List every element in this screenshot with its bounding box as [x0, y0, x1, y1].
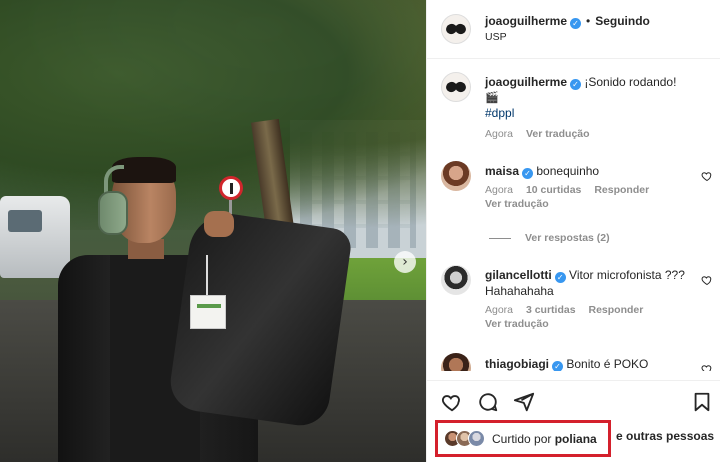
comment-time: Agora — [485, 184, 514, 196]
liked-by-text: Curtido por poliana — [492, 432, 597, 446]
chevron-right-icon: › — [402, 254, 408, 270]
comment-reply-button[interactable]: Responder — [588, 304, 643, 316]
post-header: joaoguilherme ✓ • Seguindo USP — [427, 0, 720, 59]
post-side-panel: joaoguilherme ✓ • Seguindo USP joaoguilherm… — [426, 0, 720, 462]
verified-icon: ✓ — [570, 18, 582, 29]
comment-translate-link[interactable]: Ver tradução — [485, 318, 549, 330]
liked-by-others[interactable]: e outras pessoas — [616, 429, 714, 443]
comment-username[interactable]: maisa — [485, 164, 519, 178]
share-icon[interactable] — [513, 391, 535, 413]
follow-status-button[interactable]: Seguindo — [595, 14, 650, 28]
carousel-next-button[interactable]: › — [394, 251, 416, 273]
verified-icon: ✓ — [570, 79, 582, 90]
caption-author-avatar[interactable] — [441, 72, 471, 102]
author-username[interactable]: joaoguilherme — [485, 14, 567, 28]
comment-icon[interactable] — [477, 391, 499, 413]
comment-username[interactable]: thiagobiagi — [485, 357, 549, 371]
caption-text: ¡Sonido rodando! — [584, 75, 677, 89]
liked-by-highlight-box[interactable]: Curtido por poliana — [435, 420, 611, 457]
heart-icon[interactable] — [441, 391, 463, 413]
photo-headphones-earcup — [98, 191, 128, 235]
verified-icon: ✓ — [522, 168, 534, 179]
liked-by-user[interactable]: poliana — [555, 432, 597, 446]
comment-item: gilancellotti ✓ Vitor microfonista ??? Ha… — [485, 267, 695, 330]
comments-list[interactable]: joaoguilherme ✓ ¡Sonido rodando! 🎬 #dppl … — [427, 60, 720, 371]
comment-text: Bonito é POKO — [566, 357, 649, 371]
comment-likes-count[interactable]: 3 curtidas — [526, 304, 576, 316]
caption-emoji: 🎬 — [485, 91, 499, 104]
post-location[interactable]: USP — [485, 31, 507, 43]
comment-username[interactable]: gilancellotti — [485, 268, 552, 282]
photo-badge — [190, 295, 226, 329]
separator-dot: • — [586, 14, 591, 28]
comment-avatar-thiagobiagi[interactable] — [441, 353, 471, 371]
post-actions-bar — [427, 380, 720, 420]
photo-lanyard — [206, 255, 208, 295]
view-replies-button[interactable]: Ver respostas (2) — [525, 232, 610, 244]
caption-hashtag[interactable]: #dppl — [485, 106, 711, 120]
caption-translate-link[interactable]: Ver tradução — [526, 128, 590, 140]
liked-by-prefix: Curtido por — [492, 431, 552, 446]
verified-icon: ✓ — [554, 272, 566, 283]
comment-item: thiagobiagi ✓ Bonito é POKO — [485, 356, 695, 371]
author-avatar[interactable] — [441, 14, 471, 44]
comment-item: maisa ✓ bonequinho Agora 10 curtidas Resp… — [485, 163, 695, 210]
comment-translate-link[interactable]: Ver tradução — [485, 198, 549, 210]
avatar — [468, 429, 485, 447]
view-replies-line — [489, 238, 511, 239]
post-photo[interactable]: › — [0, 0, 426, 462]
comment-time: Agora — [485, 304, 514, 316]
comment-like-heart-icon[interactable] — [701, 363, 713, 371]
comment-like-heart-icon[interactable] — [701, 274, 713, 286]
save-icon[interactable] — [691, 391, 713, 413]
caption: joaoguilherme ✓ ¡Sonido rodando! 🎬 #dppl … — [485, 74, 711, 140]
caption-time: Agora — [485, 128, 514, 140]
photo-person — [40, 155, 354, 462]
caption-username[interactable]: joaoguilherme — [485, 75, 567, 89]
photo-hand — [204, 211, 234, 237]
liked-by-avatars — [444, 429, 492, 448]
author-line: joaoguilherme ✓ • Seguindo — [485, 12, 650, 30]
comment-text: bonequinho — [536, 164, 600, 178]
comment-likes-count[interactable]: 10 curtidas — [526, 184, 581, 196]
comment-avatar-maisa[interactable] — [441, 161, 471, 191]
verified-icon: ✓ — [552, 361, 563, 371]
comment-avatar-gilancellotti[interactable] — [441, 265, 471, 295]
comment-like-heart-icon[interactable] — [701, 170, 713, 182]
comment-reply-button[interactable]: Responder — [594, 184, 649, 196]
